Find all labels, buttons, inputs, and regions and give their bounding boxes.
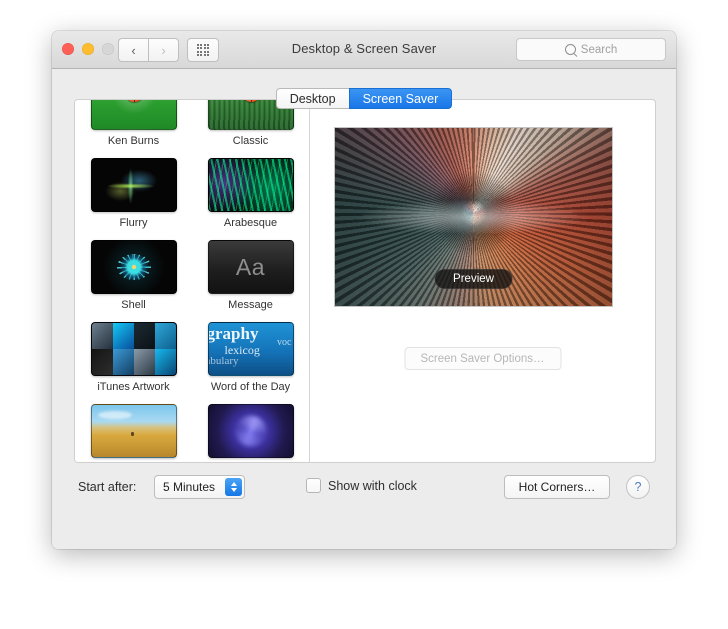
window-body: Desktop Screen Saver Ken Burns — [52, 69, 676, 549]
list-item-label: Classic — [226, 134, 275, 149]
start-after-label: Start after: — [78, 480, 136, 494]
system-preferences-window: ‹ › Desktop & Screen Saver Search Deskto… — [52, 31, 676, 549]
help-button[interactable]: ? — [626, 475, 650, 499]
bottom-controls: Start after: 5 Minutes Show with clock H… — [74, 473, 654, 505]
screen-saver-options-button: Screen Saver Options… — [404, 347, 561, 370]
tab-desktop-label: Desktop — [290, 92, 336, 106]
list-item-label: Message — [221, 298, 280, 313]
tab-screen-saver-label: Screen Saver — [363, 92, 439, 106]
wotd-word-4: abulary — [208, 355, 239, 367]
list-item[interactable]: Flurry — [79, 158, 189, 231]
list-item-label: Arabesque — [217, 216, 284, 231]
preview-pane: Preview Screen Saver Options… — [310, 100, 655, 462]
show-with-clock-label: Show with clock — [328, 479, 417, 493]
list-item[interactable]: graphy voc lexicog abulary Word of the D… — [196, 322, 306, 395]
list-item-label: iTunes Artwork — [90, 380, 176, 395]
list-item-label: Ken Burns — [101, 134, 166, 149]
tab-bar: Desktop Screen Saver — [52, 88, 676, 109]
window-titlebar: ‹ › Desktop & Screen Saver Search — [52, 31, 676, 69]
screensaver-thumbnail[interactable] — [208, 158, 294, 212]
start-after-popup[interactable]: 5 Minutes — [154, 475, 245, 499]
tab-screen-saver[interactable]: Screen Saver — [349, 88, 453, 109]
search-icon — [565, 44, 576, 55]
screensaver-thumbnail[interactable] — [91, 240, 177, 294]
search-placeholder: Search — [581, 44, 617, 56]
hot-corners-button[interactable]: Hot Corners… — [504, 475, 610, 499]
list-item[interactable]: Random — [196, 404, 306, 462]
screensaver-chooser[interactable]: Ken Burns Classic Flurry — [75, 100, 310, 462]
screensaver-preview: Preview — [334, 127, 613, 307]
list-item[interactable]: Aa Message — [196, 240, 306, 313]
screensaver-thumbnail[interactable]: Aa — [208, 240, 294, 294]
start-after-value: 5 Minutes — [155, 480, 215, 494]
list-item-selected[interactable]: Google Featur... — [79, 404, 189, 462]
list-item[interactable]: Arabesque — [196, 158, 306, 231]
list-item[interactable]: iTunes Artwork — [79, 322, 189, 395]
list-item[interactable]: Shell — [79, 240, 189, 313]
wotd-word-1: graphy — [208, 324, 259, 344]
wotd-word-2: voc — [277, 337, 291, 348]
screensaver-thumbnail[interactable] — [91, 322, 177, 376]
screensaver-thumbnail[interactable]: graphy voc lexicog abulary — [208, 322, 294, 376]
show-with-clock-checkbox[interactable] — [306, 478, 321, 493]
search-field[interactable]: Search — [516, 38, 666, 61]
list-item-label: Word of the Day — [204, 380, 297, 395]
screensaver-thumbnail[interactable] — [91, 158, 177, 212]
message-aa-text: Aa — [236, 254, 265, 281]
screensaver-thumbnail[interactable] — [208, 404, 294, 458]
list-item-label: Shell — [114, 298, 152, 313]
screensaver-grid: Ken Burns Classic Flurry — [75, 100, 309, 462]
chevron-updown-icon — [225, 478, 242, 496]
list-item-label: Flurry — [112, 216, 154, 231]
preview-button[interactable]: Preview — [434, 269, 513, 289]
tab-desktop[interactable]: Desktop — [276, 88, 349, 109]
screensaver-chooser-scroll: Ken Burns Classic Flurry — [75, 100, 309, 462]
content-box: Ken Burns Classic Flurry — [74, 99, 656, 463]
screensaver-thumbnail[interactable] — [91, 404, 177, 458]
show-with-clock-row[interactable]: Show with clock — [306, 478, 417, 493]
